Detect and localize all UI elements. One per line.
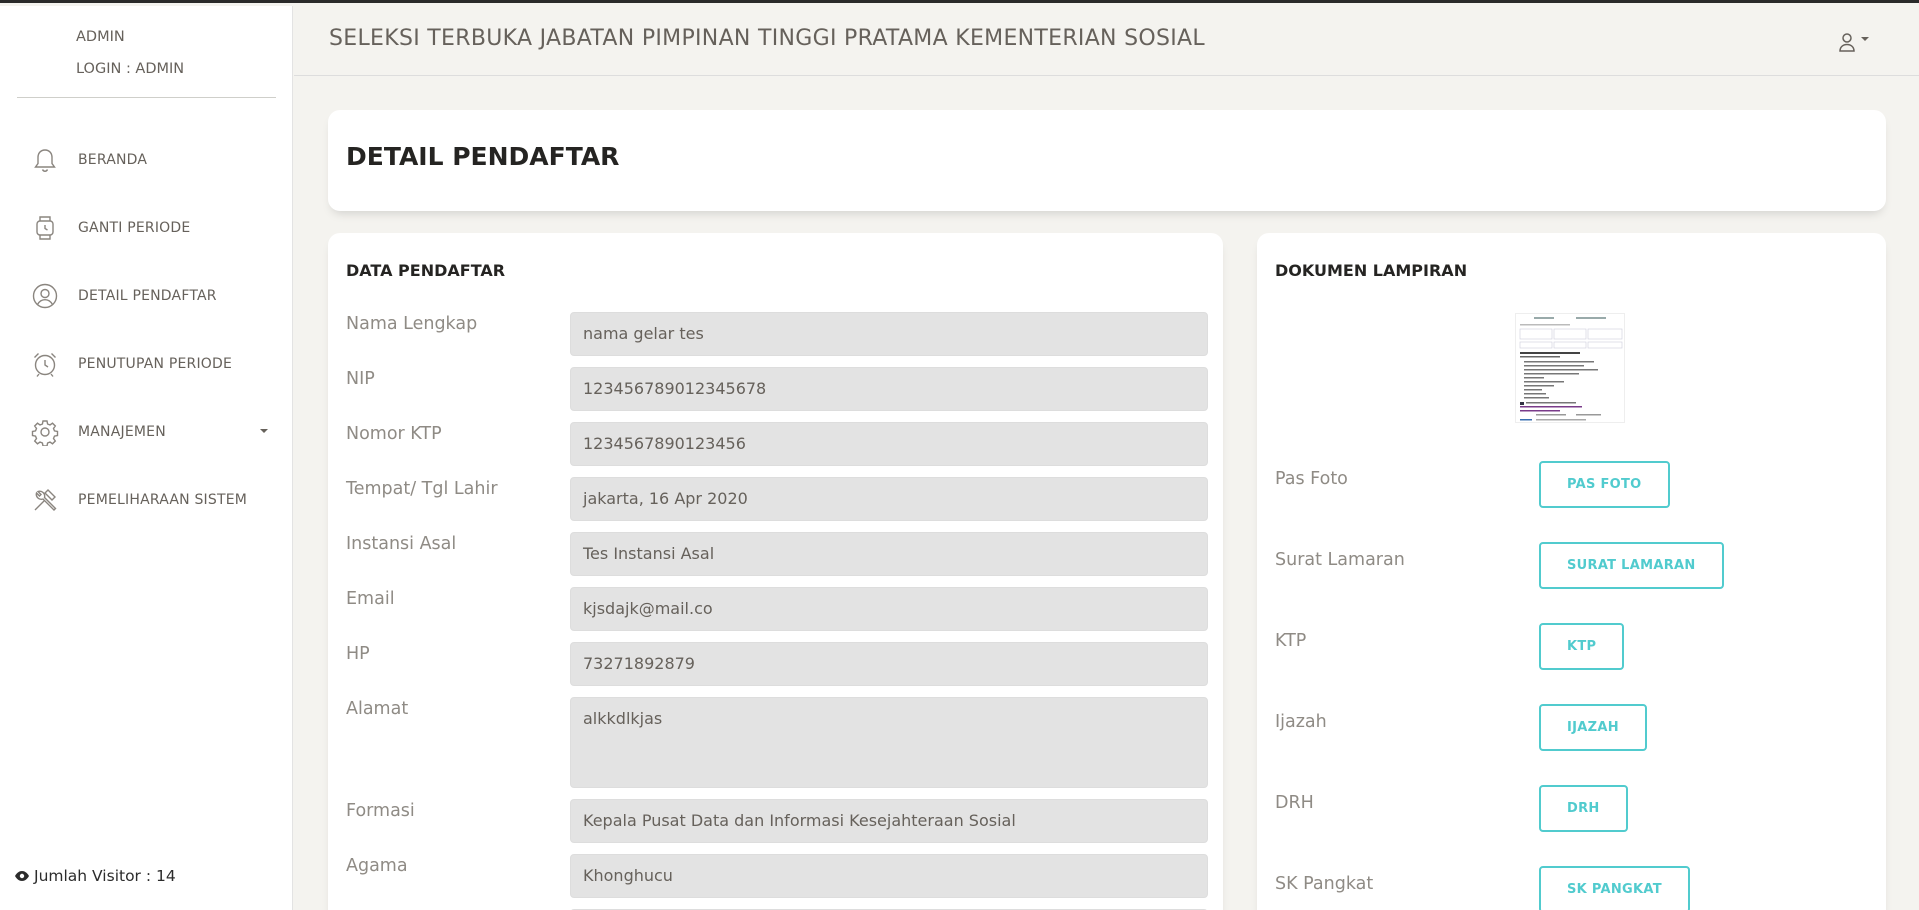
doc-label: SK Pangkat [1275,874,1374,894]
ktp-button[interactable]: KTP [1539,623,1625,670]
agama-field[interactable]: Khonghucu [570,854,1208,898]
visitor-counter: Jumlah Visitor : 14 [14,867,176,885]
page-title: DETAIL PENDAFTAR [346,142,620,171]
alamat-textarea[interactable]: alkkdlkjas [570,697,1208,788]
topbar: SELEKSI TERBUKA JABATAN PIMPINAN TINGGI … [294,6,1919,76]
field-label: HP [346,644,370,664]
sidebar: ADMIN LOGIN : ADMIN BERANDA GANTI PERIOD… [0,6,293,910]
field-agama: Agama Khonghucu [346,854,1222,898]
document-preview-image [1516,314,1624,422]
hp-field[interactable]: 73271892879 [570,642,1208,686]
field-nama-lengkap: Nama Lengkap nama gelar tes [346,312,1222,356]
field-instansi-asal: Instansi Asal Tes Instansi Asal [346,532,1222,576]
field-label: Nomor KTP [346,424,442,444]
ijazah-button[interactable]: IJAZAH [1539,704,1647,751]
sidebar-item-label: DETAIL PENDAFTAR [78,288,217,304]
field-label: Formasi [346,801,415,821]
email-field[interactable]: kjsdajk@mail.co [570,587,1208,631]
doc-label: Surat Lamaran [1275,550,1405,570]
pas-foto-button[interactable]: PAS FOTO [1539,461,1670,508]
user-icon [1839,33,1855,52]
doc-label: Ijazah [1275,712,1327,732]
doc-row-ijazah: Ijazah IJAZAH [1275,704,1855,752]
field-label: Email [346,589,395,609]
sidebar-nav: BERANDA GANTI PERIODE DETAIL PENDAFTAR P… [0,126,293,534]
field-label: Agama [346,856,408,876]
surat-lamaran-button[interactable]: SURAT LAMARAN [1539,542,1724,589]
doc-row-pas-foto: Pas Foto PAS FOTO [1275,461,1855,509]
data-pendaftar-card: DATA PENDAFTAR Nama Lengkap nama gelar t… [328,233,1223,910]
sidebar-item-pemeliharaan-sistem[interactable]: PEMELIHARAAN SISTEM [0,466,293,534]
field-label: NIP [346,369,375,389]
field-hp: HP 73271892879 [346,642,1222,686]
field-label: Nama Lengkap [346,314,478,334]
document-preview-thumbnail[interactable] [1515,313,1625,423]
field-label: Tempat/ Tgl Lahir [346,479,498,499]
instansi-asal-field[interactable]: Tes Instansi Asal [570,532,1208,576]
user-name: ADMIN [76,29,125,45]
field-tempat-tgl-lahir: Tempat/ Tgl Lahir jakarta, 16 Apr 2020 [346,477,1222,521]
sidebar-item-penutupan-periode[interactable]: PENUTUPAN PERIODE [0,330,293,398]
field-alamat: Alamat alkkdlkjas [346,697,1222,788]
doc-row-surat-lamaran: Surat Lamaran SURAT LAMARAN [1275,542,1855,590]
gear-icon [30,417,60,447]
user-menu-button[interactable] [1838,32,1869,52]
user-circle-icon [30,281,60,311]
chevron-down-icon [1861,37,1869,41]
sidebar-item-label: PENUTUPAN PERIODE [78,356,233,372]
field-nomor-ktp: Nomor KTP 1234567890123456 [346,422,1222,466]
section-title: DATA PENDAFTAR [346,261,506,280]
sidebar-item-detail-pendaftar[interactable]: DETAIL PENDAFTAR [0,262,293,330]
field-email: Email kjsdajk@mail.co [346,587,1222,631]
login-info: LOGIN : ADMIN [76,61,185,77]
tempat-tgl-lahir-field[interactable]: jakarta, 16 Apr 2020 [570,477,1208,521]
sidebar-item-label: BERANDA [78,152,148,168]
sidebar-item-label: MANAJEMEN [78,424,166,440]
section-title: DOKUMEN LAMPIRAN [1275,261,1468,280]
nip-field[interactable]: 123456789012345678 [570,367,1208,411]
field-nip: NIP 123456789012345678 [346,367,1222,411]
sidebar-item-ganti-periode[interactable]: GANTI PERIODE [0,194,293,262]
field-formasi: Formasi Kepala Pusat Data dan Informasi … [346,799,1222,843]
user-info: ADMIN LOGIN : ADMIN [76,24,184,88]
doc-label: Pas Foto [1275,469,1348,489]
app-title: SELEKSI TERBUKA JABATAN PIMPINAN TINGGI … [329,26,1205,51]
field-label: Instansi Asal [346,534,457,554]
sidebar-item-label: PEMELIHARAAN SISTEM [78,492,248,508]
tools-icon [30,485,60,515]
visitor-label: Jumlah Visitor : 14 [34,867,176,885]
drh-button[interactable]: DRH [1539,785,1628,832]
sidebar-divider [17,97,276,98]
nomor-ktp-field[interactable]: 1234567890123456 [570,422,1208,466]
sk-pangkat-button[interactable]: SK PANGKAT [1539,866,1690,910]
watch-icon [30,213,60,243]
sidebar-item-manajemen[interactable]: MANAJEMEN [0,398,293,466]
bell-icon [30,145,60,175]
field-label: Alamat [346,699,409,719]
chevron-down-icon [260,429,268,433]
eye-icon [15,871,29,881]
doc-row-ktp: KTP KTP [1275,623,1855,671]
sidebar-item-beranda[interactable]: BERANDA [0,126,293,194]
sidebar-item-label: GANTI PERIODE [78,220,191,236]
dokumen-lampiran-card: DOKUMEN LAMPIRAN Pas Foto PAS FOTO Surat… [1257,233,1886,910]
doc-row-drh: DRH DRH [1275,785,1855,833]
doc-label: DRH [1275,793,1314,813]
doc-row-sk-pangkat: SK Pangkat SK PANGKAT [1275,866,1855,910]
alarm-clock-icon [30,349,60,379]
formasi-field[interactable]: Kepala Pusat Data dan Informasi Kesejaht… [570,799,1208,843]
nama-lengkap-field[interactable]: nama gelar tes [570,312,1208,356]
doc-label: KTP [1275,631,1307,651]
page-title-card: DETAIL PENDAFTAR [328,110,1886,211]
